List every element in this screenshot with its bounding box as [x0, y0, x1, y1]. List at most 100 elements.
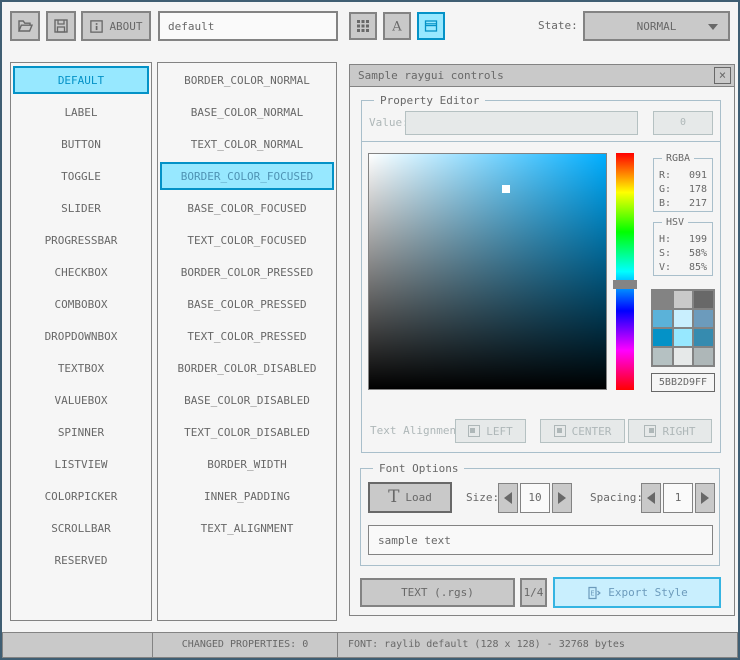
close-icon: × — [718, 68, 727, 82]
size-decrease-button[interactable] — [498, 483, 518, 513]
info-icon — [90, 19, 104, 33]
list-item-progressbar[interactable]: PROGRESSBAR — [13, 226, 149, 254]
load-font-button[interactable]: T Load — [368, 482, 452, 513]
color-picker-marker[interactable] — [502, 185, 511, 194]
font-a-icon: A — [391, 20, 402, 35]
about-button[interactable]: ABOUT — [81, 11, 151, 41]
list-item-default[interactable]: DEFAULT — [13, 66, 149, 94]
properties-list: BORDER_COLOR_NORMAL BASE_COLOR_NORMAL TEXT… — [160, 66, 334, 617]
value-button[interactable]: 0 — [653, 111, 713, 135]
controls-list: DEFAULT LABEL BUTTON TOGGLE SLIDER PROGRESSBA… — [13, 66, 149, 617]
palette-swatch[interactable] — [653, 291, 672, 308]
format-page-button[interactable]: 1/4 — [520, 578, 547, 607]
list-item-text_color_disabled[interactable]: TEXT_COLOR_DISABLED — [160, 418, 334, 446]
sample-text-input[interactable] — [368, 525, 713, 555]
grid-mode-button[interactable] — [349, 12, 377, 40]
align-center-button[interactable]: CENTER — [540, 419, 625, 443]
color-saturation-value-panel[interactable] — [368, 153, 607, 390]
triangle-left-icon — [504, 492, 512, 504]
list-item-colorpicker[interactable]: COLORPICKER — [13, 482, 149, 510]
list-item-combobox[interactable]: COMBOBOX — [13, 290, 149, 318]
window-mode-button[interactable] — [417, 12, 445, 40]
spacing-decrease-button[interactable] — [641, 483, 661, 513]
hsv-label: HSV — [662, 217, 689, 228]
rgba-values: R: 091 G: 178 B: 217 — [659, 169, 707, 211]
rgba-label: RGBA — [662, 153, 695, 164]
list-item-valuebox[interactable]: VALUEBOX — [13, 386, 149, 414]
align-left-label: LEFT — [486, 424, 513, 438]
export-style-button[interactable]: E Export Style — [553, 577, 721, 608]
font-mode-button[interactable]: A — [383, 12, 411, 40]
align-right-button[interactable]: RIGHT — [628, 419, 712, 443]
list-item-text_alignment[interactable]: TEXT_ALIGNMENT — [160, 514, 334, 542]
window-title: Sample raygui controls — [350, 65, 734, 87]
close-button[interactable]: × — [714, 67, 731, 84]
color-component-row: S: 58% — [659, 248, 707, 259]
list-item-toggle[interactable]: TOGGLE — [13, 162, 149, 190]
export-style-label: Export Style — [608, 586, 688, 599]
style-color-palette — [651, 289, 715, 367]
value-input[interactable] — [405, 111, 638, 135]
list-item-border_width[interactable]: BORDER_WIDTH — [160, 450, 334, 478]
hsv-values: H: 199 S: 58% V: 85% — [659, 233, 707, 275]
list-item-border_color_disabled[interactable]: BORDER_COLOR_DISABLED — [160, 354, 334, 382]
list-item-base_color_pressed[interactable]: BASE_COLOR_PRESSED — [160, 290, 334, 318]
list-item-inner_padding[interactable]: INNER_PADDING — [160, 482, 334, 510]
palette-swatch[interactable] — [653, 329, 672, 346]
hex-color-value[interactable]: 5BB2D9FF — [651, 373, 715, 392]
palette-swatch[interactable] — [694, 291, 713, 308]
state-dropdown[interactable]: NORMAL — [583, 11, 730, 41]
list-item-dropdownbox[interactable]: DROPDOWNBOX — [13, 322, 149, 350]
palette-swatch[interactable] — [694, 348, 713, 365]
list-item-label[interactable]: LABEL — [13, 98, 149, 126]
list-item-border_color_pressed[interactable]: BORDER_COLOR_PRESSED — [160, 258, 334, 286]
palette-swatch[interactable] — [673, 348, 693, 365]
list-item-base_color_focused[interactable]: BASE_COLOR_FOCUSED — [160, 194, 334, 222]
list-item-checkbox[interactable]: CHECKBOX — [13, 258, 149, 286]
palette-swatch[interactable] — [694, 310, 713, 327]
list-item-button[interactable]: BUTTON — [13, 130, 149, 158]
color-component-row: B: 217 — [659, 198, 707, 209]
list-item-text_color_focused[interactable]: TEXT_COLOR_FOCUSED — [160, 226, 334, 254]
controls-listview: DEFAULT LABEL BUTTON TOGGLE SLIDER PROGRESSBA… — [10, 62, 152, 621]
palette-swatch[interactable] — [694, 329, 713, 346]
hue-slider-handle[interactable] — [613, 280, 637, 289]
svg-text:E: E — [591, 589, 595, 597]
style-name-input[interactable] — [158, 11, 338, 41]
list-item-base_color_disabled[interactable]: BASE_COLOR_DISABLED — [160, 386, 334, 414]
spacing-increase-button[interactable] — [695, 483, 715, 513]
about-label: ABOUT — [109, 19, 143, 33]
export-format-button[interactable]: TEXT (.rgs) — [360, 578, 515, 607]
align-left-button[interactable]: LEFT — [455, 419, 526, 443]
palette-swatch[interactable] — [673, 310, 693, 327]
list-item-text_color_pressed[interactable]: TEXT_COLOR_PRESSED — [160, 322, 334, 350]
triangle-right-icon — [701, 492, 709, 504]
list-item-reserved[interactable]: RESERVED — [13, 546, 149, 574]
list-item-border_color_focused[interactable]: BORDER_COLOR_FOCUSED — [160, 162, 334, 190]
state-dropdown-value: NORMAL — [636, 19, 677, 33]
palette-swatch[interactable] — [653, 310, 672, 327]
hsv-groupbox: HSV H: 199 S: 58% V: 85% — [653, 217, 713, 276]
list-item-base_color_normal[interactable]: BASE_COLOR_NORMAL — [160, 98, 334, 126]
list-item-slider[interactable]: SLIDER — [13, 194, 149, 222]
save-style-button[interactable] — [46, 11, 76, 41]
list-item-listview[interactable]: LISTVIEW — [13, 450, 149, 478]
triangle-right-icon — [558, 492, 566, 504]
size-increase-button[interactable] — [552, 483, 572, 513]
folder-open-icon — [17, 20, 33, 32]
palette-swatch[interactable] — [653, 348, 672, 365]
status-bar: CHANGED PROPERTIES: 0 FONT: raylib defau… — [2, 632, 738, 658]
size-value[interactable]: 10 — [520, 483, 550, 513]
palette-swatch[interactable] — [673, 291, 693, 308]
list-item-text_color_normal[interactable]: TEXT_COLOR_NORMAL — [160, 130, 334, 158]
list-item-border_color_normal[interactable]: BORDER_COLOR_NORMAL — [160, 66, 334, 94]
open-style-button[interactable] — [10, 11, 40, 41]
spacing-value[interactable]: 1 — [663, 483, 693, 513]
list-item-scrollbar[interactable]: SCROLLBAR — [13, 514, 149, 542]
list-item-spinner[interactable]: SPINNER — [13, 418, 149, 446]
triangle-left-icon — [647, 492, 655, 504]
list-item-textbox[interactable]: TEXTBOX — [13, 354, 149, 382]
hue-bar[interactable] — [613, 153, 637, 390]
palette-swatch[interactable] — [673, 329, 693, 346]
size-label: Size: — [466, 491, 500, 504]
